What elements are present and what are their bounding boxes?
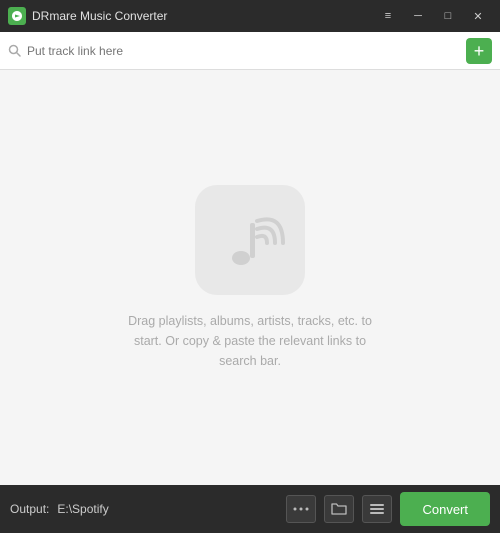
- title-bar: DRmare Music Converter ≡ ─ □ ✕: [0, 0, 500, 32]
- drop-zone-text: Drag playlists, albums, artists, tracks,…: [120, 311, 380, 371]
- app-icon: [8, 7, 26, 25]
- search-icon: [8, 44, 21, 57]
- more-options-button[interactable]: [286, 495, 316, 523]
- menu-button[interactable]: ≡: [374, 6, 402, 26]
- output-path: E:\Spotify: [57, 502, 278, 516]
- folder-button[interactable]: [324, 495, 354, 523]
- minimize-button[interactable]: ─: [404, 6, 432, 26]
- title-bar-left: DRmare Music Converter: [8, 7, 167, 25]
- close-button[interactable]: ✕: [464, 6, 492, 26]
- add-button[interactable]: +: [466, 38, 492, 64]
- format-button[interactable]: [362, 495, 392, 523]
- app-title: DRmare Music Converter: [32, 9, 167, 23]
- output-label: Output:: [10, 502, 49, 516]
- drop-zone: Drag playlists, albums, artists, tracks,…: [0, 70, 500, 485]
- music-icon-container: [195, 185, 305, 295]
- footer: Output: E:\Spotify Convert: [0, 485, 500, 533]
- convert-button[interactable]: Convert: [400, 492, 490, 526]
- main-content: + Drag playlists, albums, artists, track…: [0, 32, 500, 485]
- search-bar: +: [0, 32, 500, 70]
- title-bar-controls: ≡ ─ □ ✕: [374, 6, 492, 26]
- maximize-button[interactable]: □: [434, 6, 462, 26]
- search-input[interactable]: [27, 44, 466, 58]
